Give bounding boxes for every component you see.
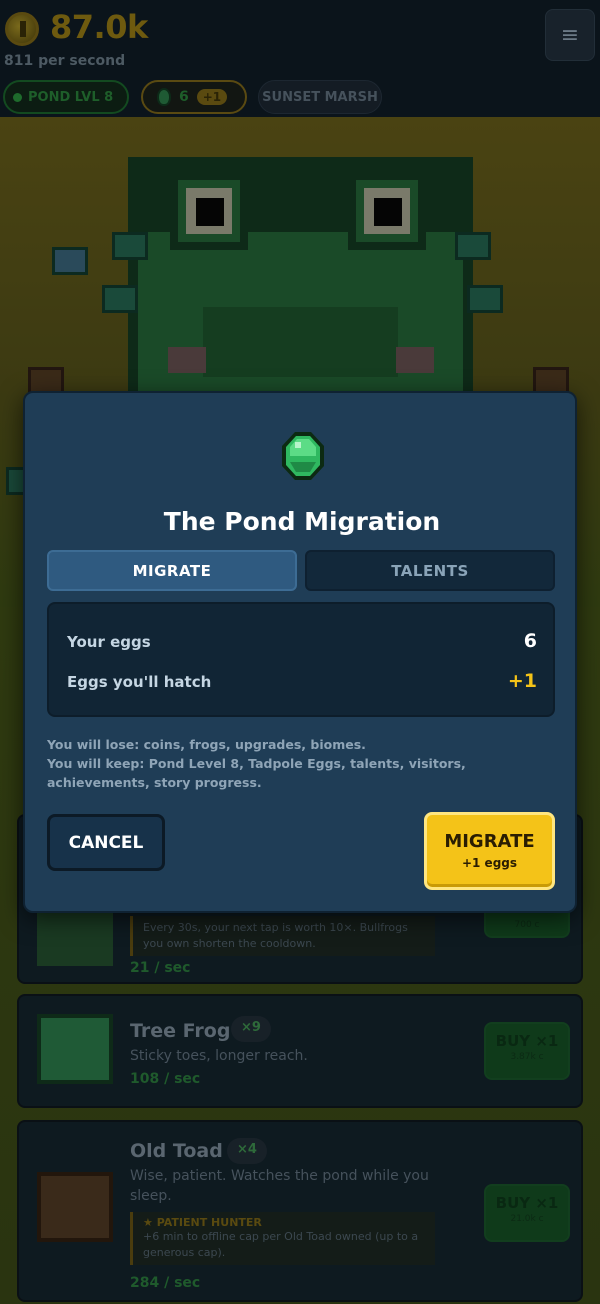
keep-text: You will keep: Pond Level 8, Tadpole Egg… bbox=[47, 756, 466, 790]
hamburger-menu-icon: ≡ bbox=[560, 22, 580, 48]
pond-level-badge: POND LVL 8 bbox=[3, 80, 129, 114]
ability-tip: Every 30s, your next tap is worth 10×. B… bbox=[130, 916, 435, 956]
old-toad-icon bbox=[37, 1172, 113, 1242]
ability-text: Every 30s, your next tap is worth 10×. B… bbox=[143, 921, 408, 950]
generator-rate: 284 / sec bbox=[130, 1275, 201, 1291]
egg-icon bbox=[157, 88, 171, 106]
buy-cost: 700 c bbox=[514, 920, 540, 930]
mini-frog-icon bbox=[112, 232, 148, 260]
frog-cheek-left bbox=[168, 347, 206, 373]
generator-name: Old Toad bbox=[130, 1140, 223, 1162]
ability-tip: ★ PATIENT HUNTER +6 min to offline cap p… bbox=[130, 1212, 435, 1265]
generator-rate: 108 / sec bbox=[130, 1071, 201, 1087]
eggs-badge[interactable]: 6 +1 bbox=[141, 80, 247, 114]
cancel-button[interactable]: CANCEL bbox=[47, 814, 165, 871]
modal-title: The Pond Migration bbox=[163, 507, 441, 536]
level-dot-icon bbox=[13, 92, 22, 102]
menu-button[interactable]: ≡ bbox=[545, 9, 595, 61]
owned-count: ×4 bbox=[227, 1138, 267, 1164]
generator-name: Tree Frog bbox=[130, 1020, 231, 1042]
green-gem-icon bbox=[282, 432, 324, 480]
migrate-label: MIGRATE bbox=[444, 831, 535, 852]
generator-rate: 21 / sec bbox=[130, 960, 191, 976]
generator-description: Sticky toes, longer reach. bbox=[130, 1048, 308, 1064]
eggs-count: 6 bbox=[179, 89, 189, 105]
buy-label: BUY ×1 bbox=[495, 1032, 559, 1050]
migrate-sub: +1 eggs bbox=[461, 856, 518, 870]
mini-frog-icon bbox=[467, 285, 503, 313]
frog-mouth bbox=[203, 307, 398, 377]
coin-icon bbox=[5, 12, 39, 46]
lose-text: You will lose: coins, frogs, upgrades, b… bbox=[47, 737, 366, 752]
frog-eye-left bbox=[170, 172, 248, 250]
ability-title: ★ PATIENT HUNTER bbox=[143, 1216, 262, 1229]
coin-total: 87.0k bbox=[50, 8, 148, 46]
generator-description: Wise, patient. Watches the pond while yo… bbox=[130, 1168, 429, 1204]
eggs-hatch-value: +1 bbox=[507, 670, 537, 692]
owned-count: ×9 bbox=[231, 1016, 271, 1042]
eggs-bonus: +1 bbox=[196, 89, 228, 105]
tab-talents[interactable]: TALENTS bbox=[305, 550, 555, 591]
biome-badge[interactable]: SUNSET MARSH bbox=[258, 80, 382, 114]
your-eggs-value: 6 bbox=[523, 630, 537, 652]
migration-summary: Your eggs 6 Eggs you'll hatch +1 bbox=[47, 602, 555, 717]
buy-cost: 3.87k c bbox=[510, 1052, 544, 1062]
generator-card-old-toad: Old Toad ×4 Wise, patient. Watches the p… bbox=[17, 1120, 583, 1302]
tab-migrate[interactable]: MIGRATE bbox=[47, 550, 297, 591]
ability-text: +6 min to offline cap per Old Toad owned… bbox=[143, 1230, 419, 1259]
buy-button[interactable]: BUY ×1 21.0k c bbox=[484, 1184, 570, 1242]
buy-cost: 21.0k c bbox=[510, 1214, 544, 1224]
frog-cheek-right bbox=[396, 347, 434, 373]
frog-eye-right bbox=[348, 172, 426, 250]
migration-modal: The Pond Migration MIGRATE TALENTS Your … bbox=[23, 391, 577, 913]
migration-note: You will lose: coins, frogs, upgrades, b… bbox=[47, 735, 557, 792]
visitor-frog-icon bbox=[52, 247, 88, 275]
migrate-button[interactable]: MIGRATE +1 eggs bbox=[424, 812, 555, 890]
buy-button[interactable]: BUY ×1 3.87k c bbox=[484, 1022, 570, 1080]
pond-level-label: POND LVL 8 bbox=[28, 89, 114, 105]
tree-frog-icon bbox=[37, 1014, 113, 1084]
your-eggs-label: Your eggs bbox=[67, 633, 151, 651]
eggs-hatch-label: Eggs you'll hatch bbox=[67, 673, 212, 691]
buy-label: BUY ×1 bbox=[495, 1194, 559, 1212]
mini-frog-icon bbox=[102, 285, 138, 313]
generator-card-tree-frog: Tree Frog ×9 Sticky toes, longer reach. … bbox=[17, 994, 583, 1108]
income-rate: 811 per second bbox=[4, 53, 126, 69]
top-bar: 87.0k 811 per second ≡ POND LVL 8 6 +1 S… bbox=[0, 0, 600, 117]
mini-frog-icon bbox=[455, 232, 491, 260]
